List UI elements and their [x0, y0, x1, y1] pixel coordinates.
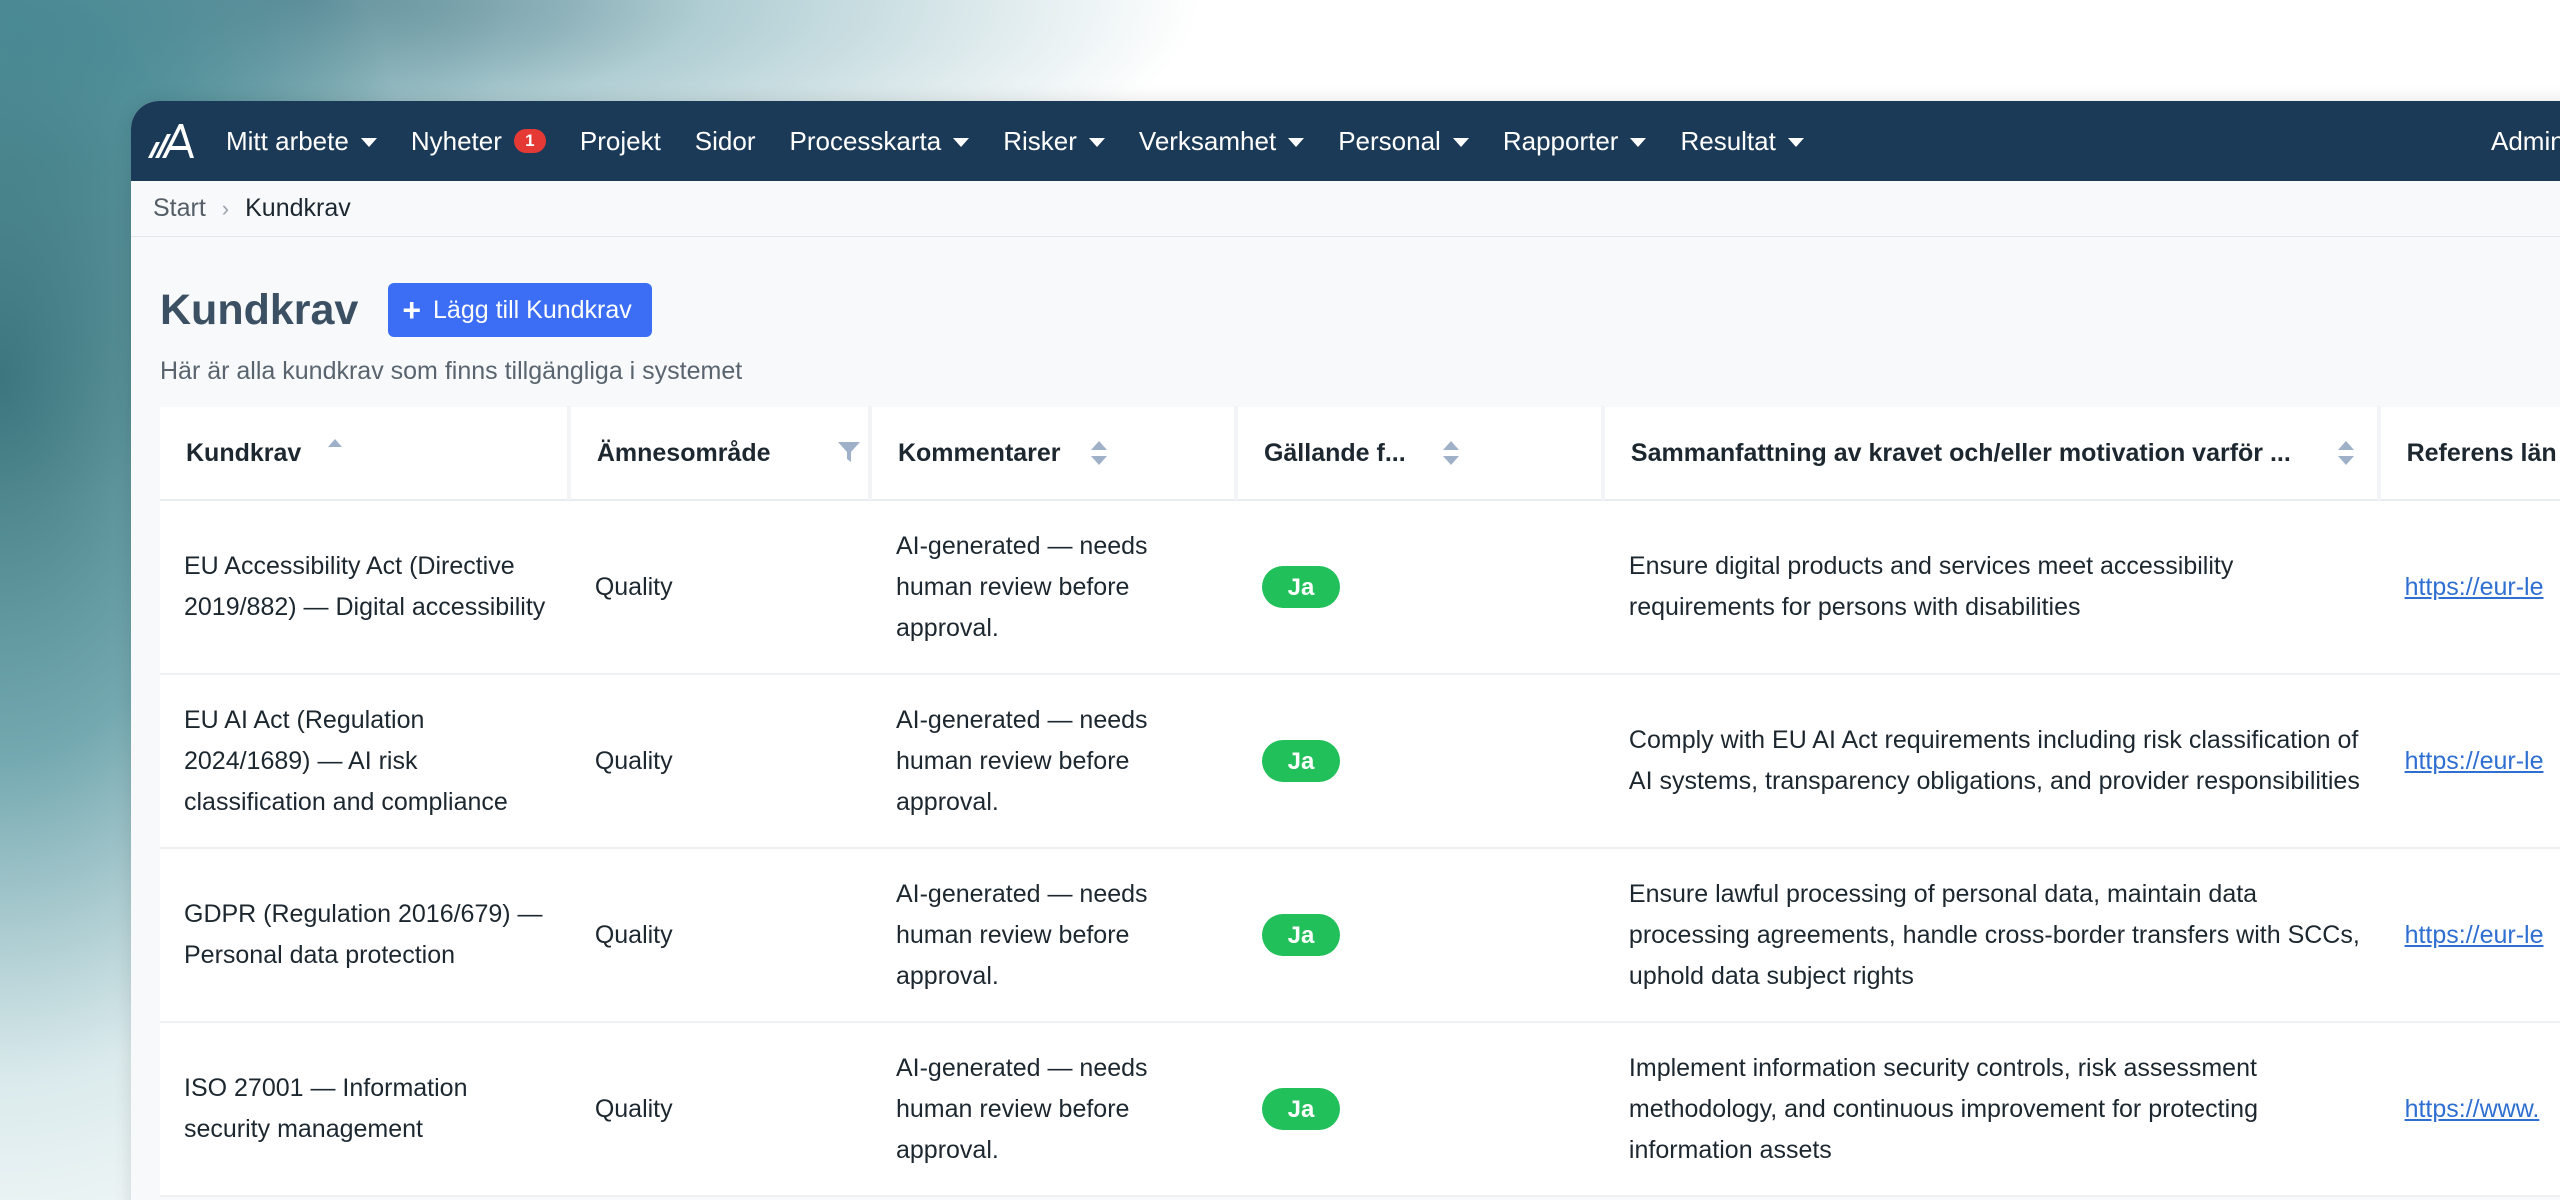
status-badge: Ja: [1261, 914, 1340, 956]
column-header-kommentarer[interactable]: Kommentarer: [872, 406, 1238, 500]
cell-kommentarer: AI-generated — needs human review before…: [895, 705, 1148, 816]
nav-item-sidor[interactable]: Sidor: [695, 126, 756, 157]
nav-item-label: Nyheter: [410, 125, 502, 156]
nav-user-label: Admin: [2491, 125, 2560, 156]
chevron-down-icon: [1088, 137, 1105, 147]
cell-amnesomrade: Quality: [594, 572, 673, 601]
column-header-label: Gällande f...: [1263, 438, 1406, 467]
column-header-gallande[interactable]: Gällande f...: [1238, 406, 1605, 500]
nav-user-menu[interactable]: Admin: [2491, 101, 2560, 181]
nav-item-verksamhet[interactable]: Verksamhet: [1138, 125, 1305, 157]
column-header-kundkrav[interactable]: Kundkrav: [160, 406, 571, 500]
nav-item-label: Verksamhet: [1138, 125, 1277, 156]
app-window: Mitt arbete Nyheter 1 Projekt Sidor Proc…: [131, 101, 2560, 1200]
chevron-down-icon: [1630, 137, 1647, 147]
nav-item-nyheter[interactable]: Nyheter 1: [411, 126, 546, 157]
sort-icon[interactable]: [1442, 440, 1460, 466]
notification-badge: 1: [513, 129, 546, 153]
nav-item-label: Risker: [1003, 125, 1077, 156]
chevron-down-icon: [1787, 137, 1804, 147]
chevron-down-icon: [1452, 137, 1469, 147]
cell-gallande: Ja: [1238, 501, 1605, 673]
cell-referens: https://www.: [2381, 1023, 2560, 1195]
cell-amnesomrade: Quality: [594, 920, 673, 949]
sort-ascending-icon[interactable]: [326, 436, 344, 462]
nav-item-resultat[interactable]: Resultat: [1680, 125, 1804, 157]
nav-item-label: Resultat: [1680, 125, 1776, 156]
status-badge: Ja: [1261, 1088, 1340, 1130]
nav-item-projekt[interactable]: Projekt: [580, 126, 661, 157]
table-row[interactable]: EU AI Act (Regulation 2024/1689) — AI ri…: [160, 675, 2560, 849]
breadcrumb-start-link[interactable]: Start: [153, 194, 206, 223]
reference-link[interactable]: https://www.: [2405, 1089, 2540, 1130]
filter-icon[interactable]: [837, 440, 861, 464]
nav-item-label: Processkarta: [789, 125, 942, 156]
reference-link[interactable]: https://eur-le: [2405, 567, 2544, 608]
add-kundkrav-button[interactable]: + Lägg till Kundkrav: [388, 283, 652, 337]
sort-icon[interactable]: [2337, 440, 2355, 466]
nav-item-label: Mitt arbete: [226, 125, 349, 156]
cell-amnesomrade: Quality: [594, 746, 673, 775]
breadcrumb-current: Kundkrav: [245, 194, 351, 222]
cell-referens: https://eur-le: [2381, 675, 2560, 847]
nav-item-processkarta[interactable]: Processkarta: [790, 126, 970, 157]
cell-referens: https://eur-le: [2381, 849, 2560, 1021]
cell-kundkrav: GDPR (Regulation 2016/679) — Personal da…: [184, 900, 543, 969]
cell-sammanfattning: Ensure lawful processing of personal dat…: [1628, 879, 2360, 990]
reference-link[interactable]: https://eur-le: [2405, 915, 2544, 956]
page-header: Kundkrav + Lägg till Kundkrav Här är all…: [131, 237, 2560, 386]
column-header-amnesomrade[interactable]: Ämnesområde: [571, 406, 872, 500]
title-row: Kundkrav + Lägg till Kundkrav: [160, 283, 2560, 337]
nav-item-mitt-arbete[interactable]: Mitt arbete: [226, 126, 377, 157]
cell-kommentarer: AI-generated — needs human review before…: [895, 1053, 1148, 1164]
page-title: Kundkrav: [160, 285, 359, 334]
cell-kundkrav: ISO 27001 — Information security managem…: [184, 1074, 468, 1143]
column-header-label: Kundkrav: [186, 438, 302, 467]
nav-item-rapporter[interactable]: Rapporter: [1503, 126, 1647, 157]
cell-kundkrav: EU AI Act (Regulation 2024/1689) — AI ri…: [184, 705, 508, 816]
column-header-sammanfattning[interactable]: Sammanfattning av kravet och/eller motiv…: [1605, 406, 2381, 500]
breadcrumb: Start › Kundkrav: [131, 181, 2560, 237]
cell-gallande: Ja: [1238, 849, 1605, 1021]
cell-kundkrav: EU Accessibility Act (Directive 2019/882…: [184, 552, 546, 621]
cell-kommentarer: AI-generated — needs human review before…: [895, 531, 1148, 642]
nav-item-risker[interactable]: Risker: [1003, 126, 1105, 157]
cell-sammanfattning: Comply with EU AI Act requirements inclu…: [1628, 726, 2360, 795]
kundkrav-table: Kundkrav Ämnesområde Kommentarer Gälland…: [160, 406, 2560, 1197]
nav-item-label: Sidor: [694, 125, 756, 156]
cell-sammanfattning: Ensure digital products and services mee…: [1628, 552, 2234, 621]
table-row[interactable]: ISO 27001 — Information security managem…: [160, 1023, 2560, 1197]
reference-link[interactable]: https://eur-le: [2405, 741, 2544, 782]
chevron-right-icon: ›: [221, 195, 230, 221]
cell-sammanfattning: Implement information security controls,…: [1628, 1053, 2258, 1164]
status-badge: Ja: [1261, 740, 1340, 782]
chevron-down-icon: [953, 137, 970, 147]
column-header-label: Ämnesområde: [596, 438, 771, 467]
cell-gallande: Ja: [1238, 1023, 1605, 1195]
app-logo-icon[interactable]: [146, 120, 196, 162]
column-header-label: Sammanfattning av kravet och/eller motiv…: [1630, 438, 2291, 467]
top-navigation-bar: Mitt arbete Nyheter 1 Projekt Sidor Proc…: [131, 101, 2560, 181]
cell-gallande: Ja: [1238, 675, 1605, 847]
chevron-down-icon: [360, 137, 377, 147]
column-header-label: Referens län: [2406, 438, 2557, 467]
nav-item-personal[interactable]: Personal: [1338, 126, 1469, 157]
plus-icon: +: [402, 292, 422, 328]
column-header-referens[interactable]: Referens län: [2381, 406, 2560, 500]
nav-item-label: Projekt: [579, 125, 661, 156]
table-row[interactable]: GDPR (Regulation 2016/679) — Personal da…: [160, 849, 2560, 1023]
table-header: Kundkrav Ämnesområde Kommentarer Gälland…: [160, 406, 2560, 501]
add-button-label: Lägg till Kundkrav: [433, 295, 632, 324]
nav-item-label: Personal: [1338, 125, 1441, 156]
cell-amnesomrade: Quality: [594, 1094, 673, 1123]
sort-icon[interactable]: [1090, 440, 1108, 466]
table-row[interactable]: EU Accessibility Act (Directive 2019/882…: [160, 501, 2560, 675]
cell-referens: https://eur-le: [2381, 501, 2560, 673]
status-badge: Ja: [1261, 566, 1340, 608]
chevron-down-icon: [1288, 137, 1305, 147]
nav-item-label: Rapporter: [1502, 125, 1619, 156]
column-header-label: Kommentarer: [897, 438, 1061, 467]
page-subtitle: Här är alla kundkrav som finns tillgängl…: [160, 357, 743, 385]
cell-kommentarer: AI-generated — needs human review before…: [895, 879, 1148, 990]
